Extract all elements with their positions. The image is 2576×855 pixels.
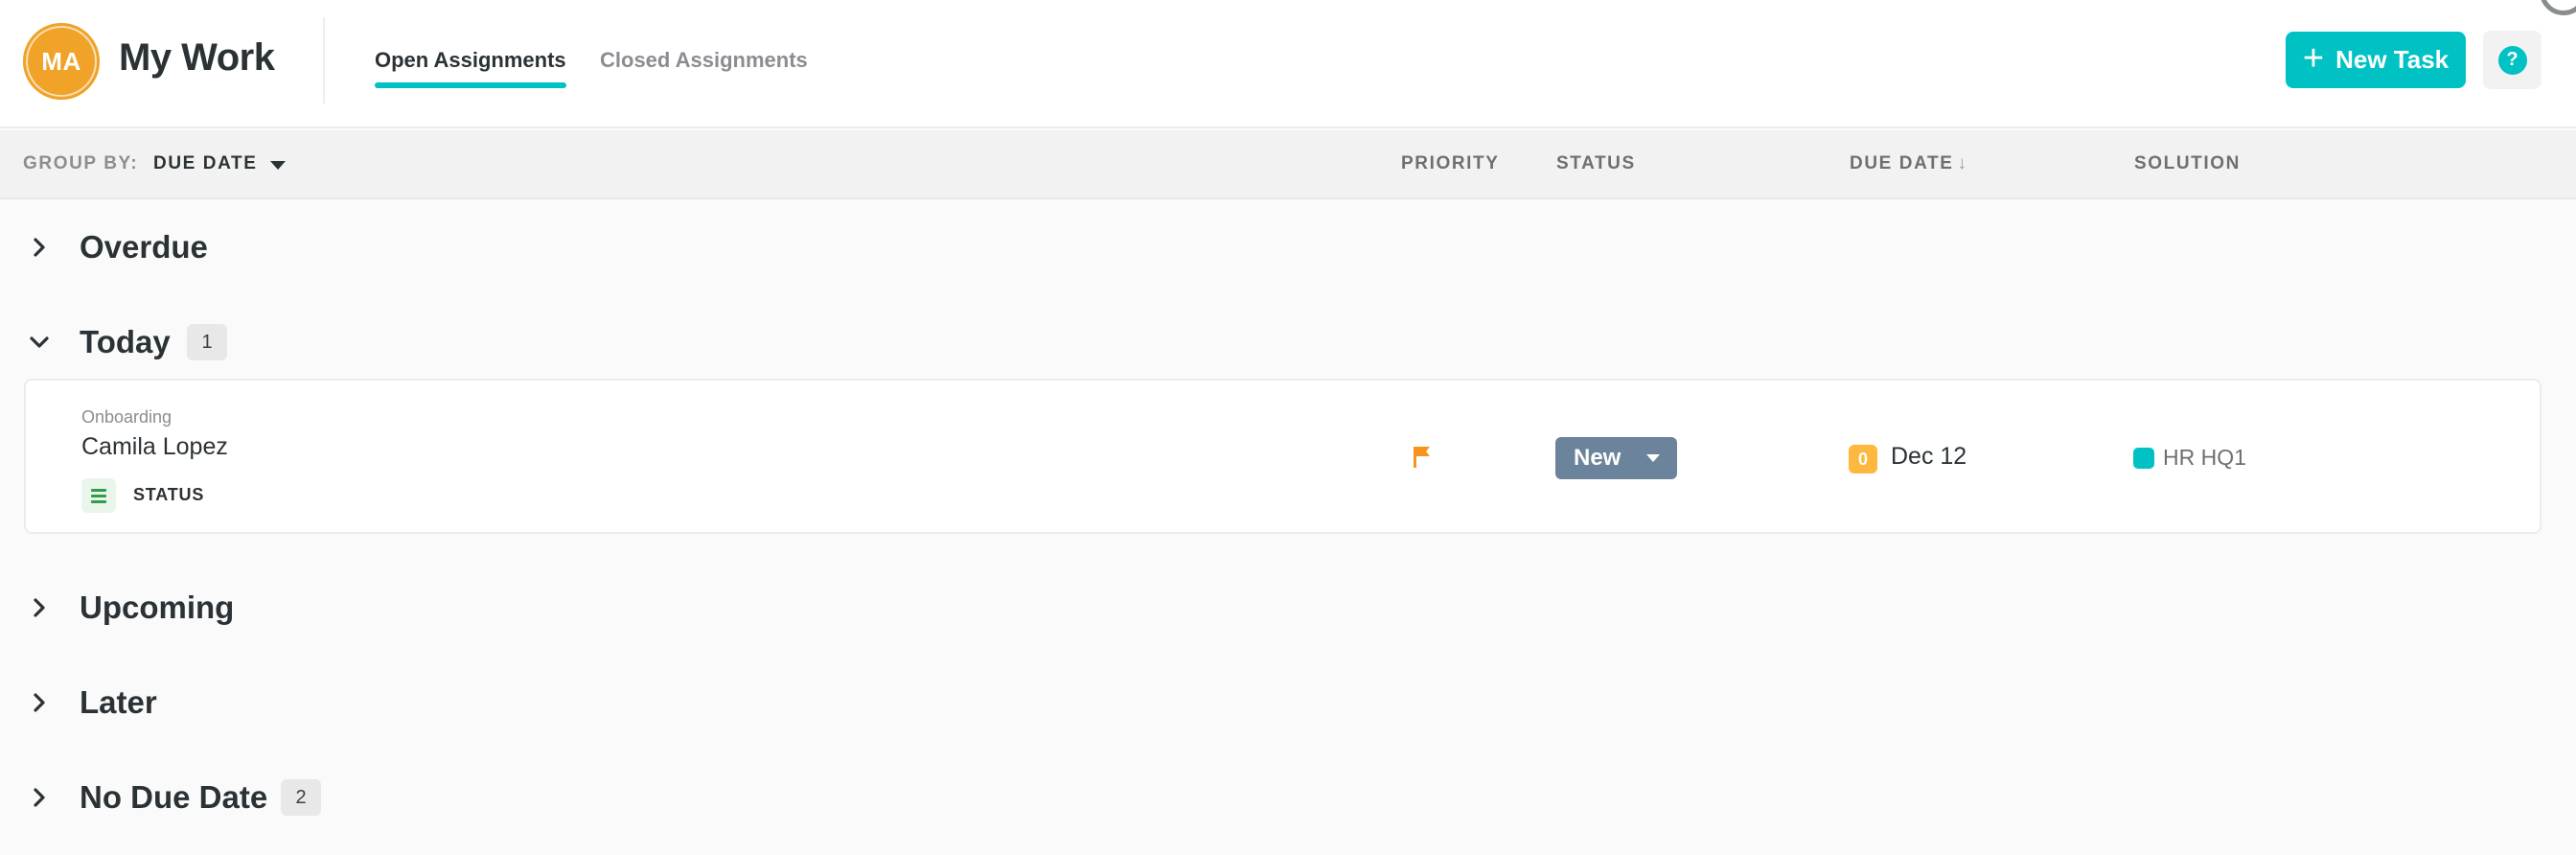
- partial-edge-icon: [2540, 0, 2576, 15]
- active-tab-indicator: [375, 82, 566, 88]
- task-category: Onboarding: [81, 407, 172, 427]
- header-divider: [323, 17, 325, 104]
- column-status[interactable]: STATUS: [1556, 153, 1636, 174]
- chevron-right-icon[interactable]: [29, 597, 50, 618]
- due-days-badge: 0: [1849, 445, 1877, 474]
- caret-down-icon[interactable]: [270, 161, 286, 170]
- caret-down-icon: [1646, 454, 1660, 462]
- group-by-label: GROUP BY:: [23, 153, 139, 173]
- group-title: No Due Date: [80, 779, 268, 815]
- group-by-dropdown[interactable]: DUE DATE: [153, 153, 258, 174]
- top-bar: MA My Work Open Assignments Closed Assig…: [0, 0, 2576, 128]
- group-count-badge: 2: [281, 779, 321, 816]
- chevron-right-icon[interactable]: [29, 692, 50, 713]
- column-due-date-label: DUE DATE: [1850, 153, 1954, 173]
- group-count-badge: 1: [187, 324, 227, 360]
- help-icon: ?: [2497, 45, 2527, 75]
- plus-icon: +: [2302, 37, 2325, 79]
- chevron-down-icon[interactable]: [29, 332, 50, 353]
- new-task-button[interactable]: + New Task: [2286, 32, 2466, 88]
- column-header-bar: GROUP BY: DUE DATE PRIORITY STATUS DUE D…: [0, 130, 2576, 199]
- solution-color-icon: [2133, 448, 2154, 469]
- column-priority[interactable]: PRIORITY: [1401, 153, 1500, 174]
- priority-flag-icon[interactable]: [1413, 446, 1432, 469]
- tab-open-assignments[interactable]: Open Assignments: [375, 48, 566, 73]
- list-icon: [81, 478, 116, 513]
- sort-descending-icon: ↓: [1957, 153, 1967, 173]
- column-solution[interactable]: SOLUTION: [2134, 153, 2241, 174]
- task-assignee[interactable]: Camila Lopez: [81, 433, 228, 461]
- group-title: Later: [80, 684, 157, 720]
- status-dropdown[interactable]: New: [1555, 437, 1677, 479]
- solution-name: HR HQ1: [2163, 445, 2246, 470]
- group-title: Upcoming: [80, 589, 235, 625]
- task-row[interactable]: Onboarding Camila Lopez STATUS New 0 Dec…: [24, 379, 2542, 534]
- group-title: Overdue: [80, 229, 208, 265]
- user-avatar[interactable]: MA: [23, 23, 100, 100]
- column-due-date[interactable]: DUE DATE ↓: [1850, 153, 1966, 174]
- new-task-label: New Task: [2335, 45, 2450, 74]
- status-value: New: [1574, 445, 1622, 471]
- help-button[interactable]: ?: [2483, 31, 2542, 89]
- chevron-right-icon[interactable]: [29, 787, 50, 808]
- tab-closed-assignments[interactable]: Closed Assignments: [600, 48, 808, 73]
- page-title: My Work: [119, 36, 275, 79]
- task-type-label: STATUS: [133, 485, 205, 504]
- group-title: Today: [80, 324, 171, 359]
- chevron-right-icon[interactable]: [29, 237, 50, 258]
- due-date: Dec 12: [1891, 443, 1967, 470]
